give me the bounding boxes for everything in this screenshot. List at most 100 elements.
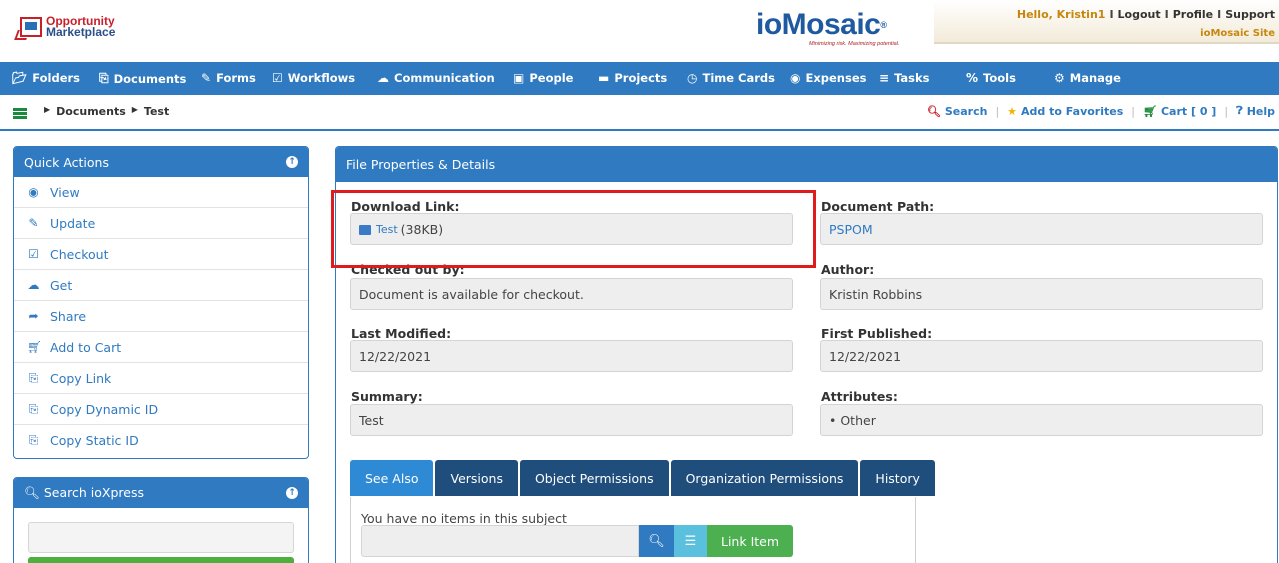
support-link[interactable]: Support	[1225, 8, 1275, 21]
see-also-content: You have no items in this subject 🔍︎ ☰ L…	[350, 497, 916, 563]
summary-label: Summary:	[351, 389, 423, 404]
logo-line2: Marketplace	[46, 25, 116, 39]
download-link-label: Download Link:	[351, 199, 460, 214]
author-field: Kristin Robbins	[820, 278, 1263, 310]
copy-icon: ⎘	[28, 433, 39, 447]
main-nav: 📂︎ Folders ⎘ Documents ✎ Forms ☑ Workflows ☁…	[0, 62, 1279, 95]
document-path-link[interactable]: PSPOM	[829, 222, 873, 237]
ioxpress-search-button[interactable]	[28, 557, 294, 563]
menu-icon[interactable]	[13, 108, 27, 120]
breadcrumb: ▶ Documents ▶ Test	[44, 105, 169, 118]
last-modified-field: 12/22/2021	[350, 340, 793, 372]
empty-message: You have no items in this subject	[361, 511, 567, 526]
cogs-icon: ⚙	[1054, 71, 1065, 85]
contact-card-icon: ▣	[513, 71, 525, 85]
document-path-field: PSPOM	[820, 213, 1263, 245]
qa-copy-link[interactable]: ⎘ Copy Link	[14, 363, 308, 394]
tab-versions[interactable]: Versions	[435, 460, 518, 496]
clock-icon: ◷	[687, 71, 698, 85]
checked-out-field: Document is available for checkout.	[350, 278, 793, 310]
qa-add-to-cart[interactable]: 🛒︎ Add to Cart	[14, 332, 308, 363]
quick-actions-title: Quick Actions	[24, 154, 109, 170]
nav-expenses[interactable]: ◉ Expenses	[790, 71, 866, 85]
qa-get[interactable]: ☁ Get	[14, 270, 308, 301]
iomosaic-site-link[interactable]: ioMosaic Site	[1200, 28, 1275, 39]
qa-copy-dynamic-id[interactable]: ⎘ Copy Dynamic ID	[14, 394, 308, 425]
breadcrumb-bar: ▶ Documents ▶ Test 🔍︎ Search | ★ Add to Fa…	[0, 95, 1279, 131]
list-icon: ≡	[879, 71, 890, 85]
search-icon: 🔍︎	[648, 533, 665, 549]
search-panel-header[interactable]: 🔍︎ Search ioXpress ↑	[14, 478, 308, 508]
add-to-favorites-link[interactable]: Add to Favorites	[1021, 105, 1123, 118]
caret-right-icon: ▶	[131, 105, 138, 114]
nav-tools[interactable]: % Tools	[966, 71, 1016, 85]
ioxpress-search-input[interactable]	[28, 522, 294, 553]
summary-field: Test	[350, 404, 793, 436]
tab-organization-permissions[interactable]: Organization Permissions	[670, 460, 859, 496]
nav-forms[interactable]: ✎ Forms	[201, 71, 256, 85]
document-path-label: Document Path:	[821, 199, 935, 214]
last-modified-label: Last Modified:	[351, 326, 452, 341]
author-label: Author:	[821, 262, 875, 277]
profile-link[interactable]: Profile	[1173, 8, 1213, 21]
folder-icon: ▬	[598, 71, 610, 85]
link-item-button[interactable]: Link Item	[707, 525, 794, 557]
file-icon	[359, 225, 371, 235]
collapse-icon[interactable]: ↑	[286, 156, 298, 168]
brand-name: ioMosaic	[756, 8, 881, 41]
folder-open-icon: 📂︎	[12, 71, 28, 85]
quick-actions-panel: Quick Actions ↑ ◉ View ✎ Update ☑ Checkout …	[13, 146, 309, 459]
user-menu: Hello, Kristin1 I Logout I Profile I Support i…	[934, 0, 1279, 44]
cart-link[interactable]: Cart [ 0 ]	[1161, 105, 1216, 118]
cart-icon: 🛒︎	[27, 340, 43, 354]
top-header: Opportunity Marketplace ioMosaic® Minimi…	[0, 0, 1279, 62]
check-square-icon: ☑	[28, 247, 39, 261]
qa-view[interactable]: ◉ View	[14, 177, 308, 208]
detail-tabs: See Also Versions Object Permissions Org…	[350, 460, 935, 496]
copy-icon: ⎘	[99, 71, 109, 85]
nav-time-cards[interactable]: ◷ Time Cards	[687, 71, 775, 85]
download-link[interactable]: Test	[376, 223, 398, 236]
search-icon: 🔍︎	[24, 485, 40, 500]
qa-update[interactable]: ✎ Update	[14, 208, 308, 239]
help-link[interactable]: Help	[1247, 105, 1275, 118]
share-icon: ➦	[28, 309, 39, 323]
copy-icon: ⎘	[28, 401, 39, 416]
nav-manage[interactable]: ⚙ Manage	[1054, 71, 1121, 85]
first-published-label: First Published:	[821, 326, 933, 341]
nav-folders[interactable]: 📂︎ Folders	[12, 71, 80, 85]
tab-history[interactable]: History	[860, 460, 935, 496]
edit-icon: ✎	[201, 71, 212, 85]
tab-object-permissions[interactable]: Object Permissions	[519, 460, 669, 496]
qa-copy-static-id[interactable]: ⎘ Copy Static ID	[14, 425, 308, 456]
marketplace-logo-icon	[20, 17, 42, 37]
nav-communication[interactable]: ☁ Communication	[377, 71, 495, 85]
nav-projects[interactable]: ▬ Projects	[598, 71, 667, 85]
tab-see-also[interactable]: See Also	[350, 460, 434, 496]
nav-workflows[interactable]: ☑ Workflows	[272, 71, 355, 85]
link-item-row: 🔍︎ ☰ Link Item	[361, 525, 794, 557]
search-button[interactable]: 🔍︎	[639, 525, 674, 557]
opportunity-marketplace-logo[interactable]: Opportunity Marketplace	[20, 15, 116, 39]
attributes-label: Attributes:	[821, 389, 898, 404]
nav-documents[interactable]: ⎘ Documents	[99, 71, 186, 86]
qa-share[interactable]: ➦ Share	[14, 301, 308, 332]
attributes-field: • Other	[820, 404, 1263, 436]
search-icon: 🔍︎	[926, 104, 941, 118]
copy-icon: ⎘	[28, 370, 39, 385]
file-size: (38KB)	[400, 221, 444, 237]
search-link[interactable]: Search	[945, 105, 988, 118]
breadcrumb-documents[interactable]: Documents	[56, 105, 126, 118]
help-icon: ❓︎	[1236, 104, 1243, 117]
quick-actions-header[interactable]: Quick Actions ↑	[14, 147, 308, 177]
nav-people[interactable]: ▣ People	[513, 71, 573, 85]
percent-icon: %	[966, 71, 979, 85]
breadcrumb-test[interactable]: Test	[144, 105, 169, 118]
database-icon: ☰	[684, 533, 697, 549]
link-item-input[interactable]	[361, 525, 639, 557]
database-button[interactable]: ☰	[674, 525, 707, 557]
collapse-icon[interactable]: ↑	[286, 487, 298, 499]
qa-checkout[interactable]: ☑ Checkout	[14, 239, 308, 270]
logout-link[interactable]: Logout	[1118, 8, 1161, 21]
nav-tasks[interactable]: ≡ Tasks	[879, 71, 930, 85]
